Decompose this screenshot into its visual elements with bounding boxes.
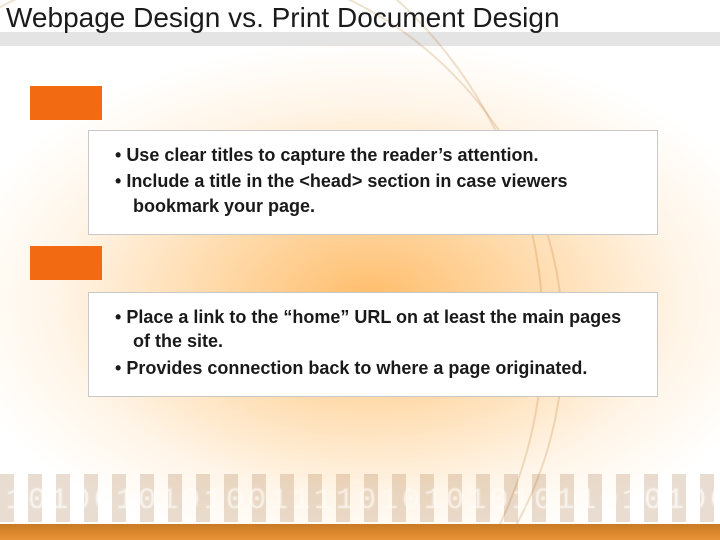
decor-topband [0,32,720,46]
textbox-1: Use clear titles to capture the reader’s… [88,130,658,235]
slide-title: Webpage Design vs. Print Document Design [6,2,560,34]
textbox-2: Place a link to the “home” URL on at lea… [88,292,658,397]
bullet: Use clear titles to capture the reader’s… [103,143,643,167]
bullet: Place a link to the “home” URL on at lea… [103,305,643,354]
bullet: Include a title in the <head> section in… [103,169,643,218]
decor-binary-strip [0,474,720,522]
decor-arc [0,0,720,540]
section-tag-2 [30,246,102,280]
bullet: Provides connection back to where a page… [103,356,643,380]
section-tag-1 [30,86,102,120]
slide: Webpage Design vs. Print Document Design… [0,0,720,540]
decor-bottom-rail [0,524,720,540]
